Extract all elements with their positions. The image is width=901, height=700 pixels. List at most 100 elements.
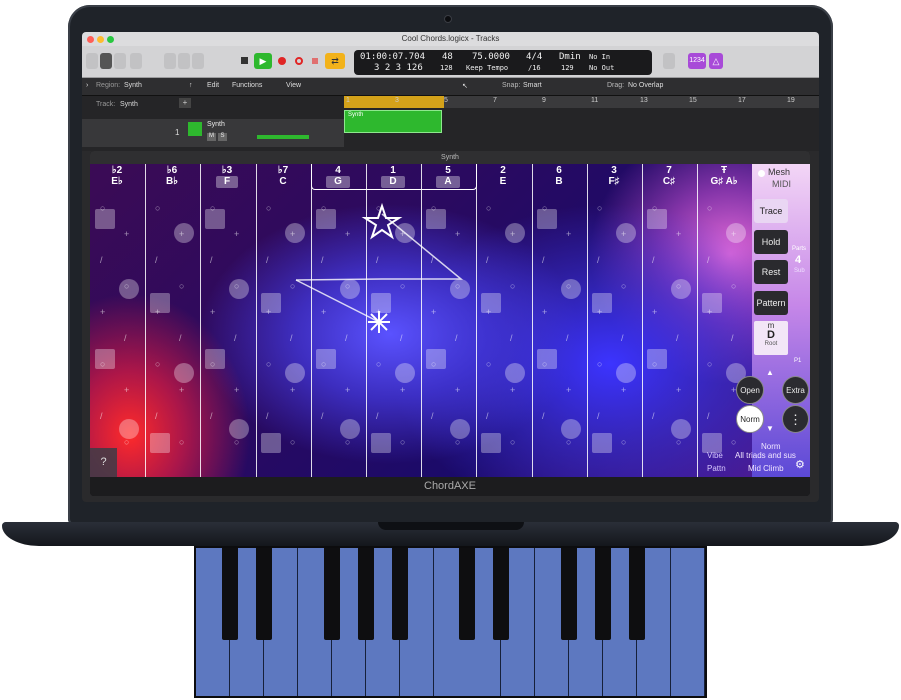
disclosure-triangle-icon[interactable]: › — [86, 82, 88, 89]
capture-record-button[interactable] — [292, 53, 306, 69]
chord-cell[interactable] — [261, 293, 281, 313]
chord-cell[interactable] — [537, 209, 557, 229]
norm-button[interactable]: Norm — [736, 405, 764, 433]
chord-column-header[interactable]: Ŧ G♯ A♭ — [698, 165, 750, 188]
up-arrow-icon[interactable]: ▲ — [766, 368, 774, 377]
vibe-value[interactable]: All triads and sus — [735, 451, 796, 460]
pattern-button[interactable]: Pattern — [754, 291, 788, 315]
hold-button[interactable]: Hold — [754, 230, 788, 254]
count-in-button[interactable]: 1234 — [688, 53, 706, 69]
chord-cell[interactable] — [174, 363, 194, 383]
black-key[interactable] — [629, 548, 645, 640]
track-header[interactable]: 1 Synth M S — [82, 119, 344, 147]
chord-cell[interactable] — [316, 349, 336, 369]
toolbar-toggle-button[interactable] — [130, 53, 142, 69]
solo-button[interactable]: S — [218, 133, 227, 141]
cycle-region[interactable] — [344, 96, 444, 108]
chord-cell[interactable] — [340, 419, 360, 439]
smart-controls-button[interactable] — [164, 53, 176, 69]
chord-cell[interactable] — [616, 223, 636, 243]
trace-button[interactable]: Trace — [754, 199, 788, 223]
minimize-button[interactable] — [97, 36, 104, 43]
chord-cell[interactable] — [395, 363, 415, 383]
chord-cell[interactable] — [647, 349, 667, 369]
chord-cell[interactable] — [229, 279, 249, 299]
replace-button[interactable] — [310, 53, 320, 69]
chord-column-header[interactable]: ♭3 F — [201, 165, 253, 188]
back-arrow-icon[interactable]: ↑ — [189, 82, 193, 89]
stop-button[interactable] — [237, 53, 251, 69]
chord-cell[interactable] — [450, 279, 470, 299]
black-key[interactable] — [324, 548, 340, 640]
open-button[interactable]: Open — [736, 376, 764, 404]
chord-cell[interactable] — [592, 293, 612, 313]
ruler[interactable]: 1 3 5 7 9 11 13 15 17 19 — [344, 96, 819, 108]
chord-column-header[interactable]: ♭2 E♭ — [91, 165, 143, 188]
chord-cell[interactable] — [702, 433, 722, 453]
chord-cell[interactable] — [426, 209, 446, 229]
volume-slider[interactable] — [257, 135, 309, 139]
black-key[interactable] — [222, 548, 238, 640]
help-toggle-button[interactable] — [114, 53, 126, 69]
chord-cell[interactable] — [647, 209, 667, 229]
parts-value[interactable]: 4 — [795, 254, 801, 266]
chord-cell[interactable] — [229, 419, 249, 439]
root-selector[interactable]: m D Root — [754, 321, 788, 355]
black-key[interactable] — [561, 548, 577, 640]
mute-button[interactable]: M — [207, 133, 216, 141]
black-key[interactable] — [256, 548, 272, 640]
black-key[interactable] — [358, 548, 374, 640]
chord-cell[interactable] — [592, 433, 612, 453]
chord-cell[interactable] — [340, 279, 360, 299]
chord-cell[interactable] — [371, 433, 391, 453]
more-options-button[interactable]: ⋮ — [782, 405, 809, 433]
chord-cell[interactable] — [671, 419, 691, 439]
white-key[interactable] — [671, 548, 705, 696]
shield-icon[interactable] — [663, 53, 675, 69]
chord-cell[interactable] — [395, 223, 415, 243]
menu-edit[interactable]: Edit — [207, 82, 219, 89]
chord-cell[interactable] — [616, 363, 636, 383]
chord-column-header[interactable]: ♭6 B♭ — [146, 165, 198, 188]
drag-select[interactable]: No Overlap — [628, 82, 663, 89]
record-button[interactable] — [275, 53, 289, 69]
chord-cell[interactable] — [95, 349, 115, 369]
cycle-button[interactable]: ⇄ — [325, 53, 345, 69]
chord-cell[interactable] — [119, 279, 139, 299]
pattern-value[interactable]: Mid Climb — [748, 464, 784, 473]
chord-cell[interactable] — [150, 433, 170, 453]
snap-select[interactable]: Smart — [523, 82, 542, 89]
editors-button[interactable] — [192, 53, 204, 69]
chord-cell[interactable] — [261, 433, 281, 453]
chord-cell[interactable] — [505, 363, 525, 383]
black-key[interactable] — [459, 548, 475, 640]
black-key[interactable] — [595, 548, 611, 640]
add-track-button[interactable]: + — [179, 98, 191, 108]
play-button[interactable]: ▶ — [254, 53, 272, 69]
chord-cell[interactable] — [671, 279, 691, 299]
menu-functions[interactable]: Functions — [232, 82, 262, 89]
chord-cell[interactable] — [95, 209, 115, 229]
chord-cell[interactable] — [561, 419, 581, 439]
midi-region[interactable]: Synth — [344, 110, 442, 133]
gear-icon[interactable]: ⚙ — [795, 458, 805, 471]
chord-cell[interactable] — [726, 223, 746, 243]
chord-cell[interactable] — [537, 349, 557, 369]
chord-column-header[interactable]: 3 F♯ — [588, 165, 640, 188]
close-button[interactable] — [87, 36, 94, 43]
chord-cell[interactable] — [205, 349, 225, 369]
chord-cell[interactable] — [285, 223, 305, 243]
chord-cell[interactable] — [426, 349, 446, 369]
menu-view[interactable]: View — [286, 82, 301, 89]
midi-keyboard[interactable] — [194, 546, 707, 698]
chord-cell[interactable] — [150, 293, 170, 313]
chord-cell[interactable] — [481, 433, 501, 453]
help-button[interactable]: ? — [90, 448, 117, 477]
chord-cell[interactable] — [371, 293, 391, 313]
chord-cell[interactable] — [119, 419, 139, 439]
down-arrow-icon[interactable]: ▼ — [766, 424, 774, 433]
mixer-button[interactable] — [178, 53, 190, 69]
chord-cell[interactable] — [561, 279, 581, 299]
chord-cell[interactable] — [702, 293, 722, 313]
zoom-button[interactable] — [107, 36, 114, 43]
